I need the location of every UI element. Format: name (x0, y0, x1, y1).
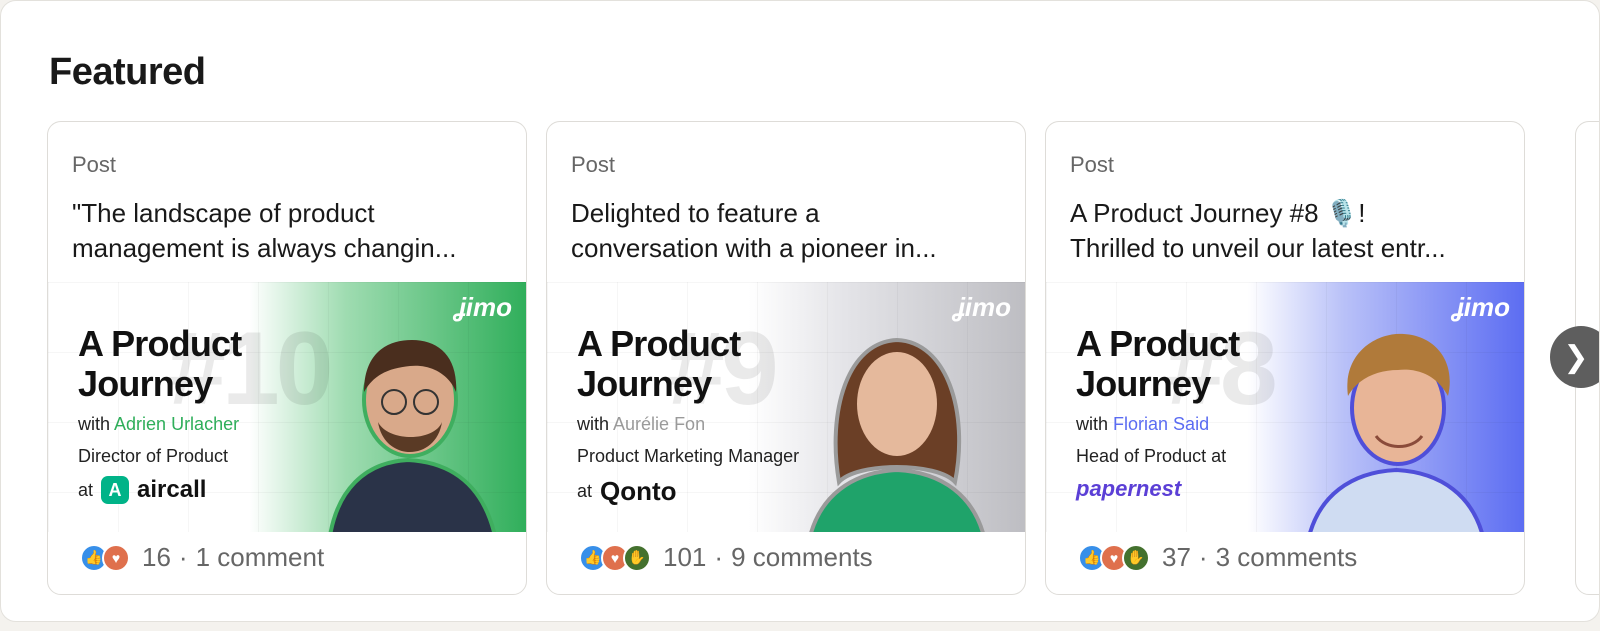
card-kind: Post (72, 152, 117, 177)
thumb-company: papernest (1076, 476, 1182, 501)
card-social-counts[interactable]: 👍 ♥ ✋ 37 · 3 comments (1078, 542, 1357, 573)
thumb-headline: A Product Journey (1076, 323, 1240, 404)
aircall-logo-icon: A (101, 476, 130, 504)
guest-portrait-icon (1308, 333, 1484, 532)
celebrate-reaction-icon: ✋ (1122, 543, 1150, 572)
thumb-role: Head of Product at (1076, 446, 1227, 466)
card-kind: Post (1070, 152, 1115, 177)
thumb-company: at Qonto (577, 476, 677, 506)
card-text-line: Delighted to feature a (571, 198, 820, 228)
card-kind: Post (571, 152, 616, 177)
featured-card[interactable]: Post A Product Journey #8 🎙️! Thrilled t… (1045, 121, 1525, 595)
featured-section: Featured Post "The landscape of product … (0, 0, 1600, 622)
card-text-line: Thrilled to unveil our latest entr... (1070, 233, 1446, 263)
celebrate-reaction-icon: ✋ (623, 543, 651, 572)
comment-count[interactable]: 1 comment (196, 542, 325, 573)
featured-card[interactable]: Post Delighted to feature a conversation… (546, 121, 1026, 595)
carousel-next-button[interactable]: ❯ (1550, 326, 1599, 388)
thumb-role: Product Marketing Manager (577, 446, 800, 466)
card-text[interactable]: A Product Journey #8 🎙️! Thrilled to unv… (1070, 196, 1510, 266)
card-text[interactable]: "The landscape of product management is … (72, 196, 512, 266)
separator: · (714, 542, 724, 572)
card-social-counts[interactable]: 👍 ♥ ✋ 101 · 9 comments (579, 542, 873, 573)
card-text-line: "The landscape of product (72, 198, 375, 228)
chevron-right-icon: ❯ (1563, 340, 1589, 374)
comment-count[interactable]: 3 comments (1216, 542, 1358, 573)
love-reaction-icon: ♥ (102, 543, 130, 572)
reaction-count[interactable]: 101 (663, 542, 706, 573)
thumb-company: at A aircall (78, 476, 207, 504)
reaction-count[interactable]: 37 (1162, 542, 1191, 573)
reactions: 👍 ♥ ✋ (1078, 543, 1150, 572)
guest-portrait-icon (328, 340, 496, 532)
separator: · (178, 542, 188, 572)
card-thumbnail[interactable]: #10 A Product Journey with Adrien Urlach… (48, 282, 526, 532)
card-text[interactable]: Delighted to feature a conversation with… (571, 196, 1011, 266)
card-thumbnail[interactable]: #9 A Product Journey with Aurélie Fon Pr… (547, 282, 1025, 532)
reactions: 👍 ♥ (80, 543, 130, 572)
reactions: 👍 ♥ ✋ (579, 543, 651, 572)
card-text-line: conversation with a pioneer in... (571, 233, 937, 263)
thumb-guest: with Aurélie Fon (577, 414, 706, 434)
card-text-line: A Product Journey #8 🎙️! (1070, 198, 1366, 228)
featured-card[interactable]: Post "The landscape of product managemen… (47, 121, 527, 595)
section-title: Featured (49, 51, 206, 93)
separator: · (1198, 542, 1208, 572)
card-text-line: management is always changin... (72, 233, 457, 263)
card-thumbnail[interactable]: #8 A Product Journey with Florian Said H… (1046, 282, 1524, 532)
thumb-guest: with Florian Said (1076, 414, 1210, 434)
thumb-headline: A Product Journey (78, 323, 242, 404)
card-social-counts[interactable]: 👍 ♥ 16 · 1 comment (80, 542, 324, 573)
guest-portrait-icon (809, 337, 985, 532)
thumb-guest: with Adrien Urlacher (78, 414, 240, 434)
reaction-count[interactable]: 16 (142, 542, 171, 573)
comment-count[interactable]: 9 comments (731, 542, 873, 573)
thumb-headline: A Product Journey (577, 323, 741, 404)
thumb-role: Director of Product (78, 446, 229, 466)
